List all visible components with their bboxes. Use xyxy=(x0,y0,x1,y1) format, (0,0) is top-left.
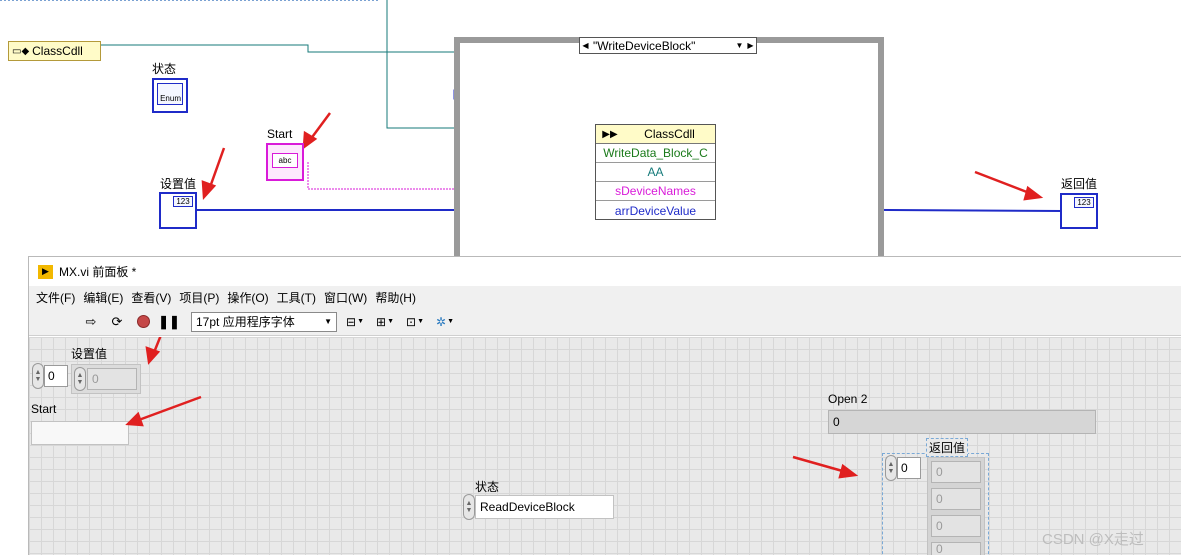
setvalue-term-text: 123 xyxy=(176,197,190,206)
menu-edit[interactable]: 编辑(E) xyxy=(82,289,130,306)
labview-logo-icon: ▶ xyxy=(38,264,53,279)
toolbar: ⇨ ⟳ ❚❚ 17pt 应用程序字体 ▼ ⊟ ▼ ⊞ ▼ ⊡ ▼ ✲ ▼ xyxy=(29,308,1181,336)
return-term-text: 123 xyxy=(1077,198,1091,207)
abort-icon[interactable] xyxy=(133,312,153,332)
chevron-down-icon: ▼ xyxy=(324,317,332,326)
start-string-terminal[interactable]: abc xyxy=(266,143,304,181)
reorder-button[interactable]: ✲ ▼ xyxy=(433,312,457,332)
setvalue-terminal-label: 设置值 xyxy=(160,177,197,191)
window-titlebar: ▶ MX.vi 前面板 * xyxy=(29,257,1181,286)
distribute-objects-button[interactable]: ⊞ ▼ xyxy=(373,312,397,332)
menu-view[interactable]: 查看(V) xyxy=(130,289,178,306)
chevron-down-icon: ▼ xyxy=(357,318,364,325)
return-array-terminal[interactable]: 123 xyxy=(1060,193,1098,229)
front-panel-arrows xyxy=(125,337,859,479)
enum-text: Enum xyxy=(160,94,181,103)
run-arrow-icon[interactable]: ⇨ xyxy=(81,312,101,332)
ref-arrow-icon: ▶▶ xyxy=(602,128,618,140)
menu-tools[interactable]: 工具(T) xyxy=(276,289,323,306)
setvalue-array-terminal[interactable]: 123 xyxy=(159,192,197,229)
window-title: MX.vi 前面板 * xyxy=(59,265,137,279)
state-enum-terminal[interactable]: Enum xyxy=(152,78,188,113)
reorder-icon: ✲ xyxy=(436,314,447,329)
menu-project[interactable]: 项目(P) xyxy=(178,289,226,306)
block-diagram: ▭◆ ClassCdll 状态 Enum Start abc 设置值 123 ◀… xyxy=(0,0,1181,256)
chevron-down-icon: ▼ xyxy=(447,318,454,325)
align-objects-button[interactable]: ⊟ ▼ xyxy=(343,312,367,332)
distribute-icon: ⊞ xyxy=(376,314,387,329)
chevron-down-icon: ▼ xyxy=(387,318,394,325)
return-terminal-label: 返回值 xyxy=(1061,177,1098,191)
menu-window[interactable]: 窗口(W) xyxy=(323,289,374,306)
ref-icon: ▭◆ xyxy=(12,45,30,57)
case-selector[interactable]: ◀ "WriteDeviceBlock" ▼ ▶ xyxy=(579,37,757,54)
node-row-sdevicenames: sDeviceNames xyxy=(596,182,715,201)
start-terminal-label: Start xyxy=(267,127,293,141)
menu-operate[interactable]: 操作(O) xyxy=(226,289,275,306)
chevron-down-icon: ▼ xyxy=(417,318,424,325)
resize-objects-button[interactable]: ⊡ ▼ xyxy=(403,312,427,332)
menu-bar: 文件(F) 编辑(E) 查看(V) 项目(P) 操作(O) 工具(T) 窗口(W… xyxy=(29,286,1181,308)
pause-icon[interactable]: ❚❚ xyxy=(158,312,180,332)
node-title: ClassCdll xyxy=(644,127,695,141)
resize-icon: ⊡ xyxy=(406,314,417,329)
front-panel-canvas: 设置值 ▲ ▼ 0 ▲ ▼ 0 Start Open 2 0 状态 ▲ ▼ ReadD… xyxy=(29,337,1181,555)
property-node[interactable]: ▶▶ ClassCdll WriteData_Block_C AA sDevic… xyxy=(595,124,716,220)
state-terminal-label: 状态 xyxy=(152,62,177,76)
node-method: WriteData_Block_C xyxy=(596,144,715,163)
node-row-aa: AA xyxy=(596,163,715,182)
menu-file[interactable]: 文件(F) xyxy=(35,289,82,306)
front-panel-window: ▶ MX.vi 前面板 * 文件(F) 编辑(E) 查看(V) 项目(P) 操作… xyxy=(28,256,1181,555)
case-next-icon[interactable]: ▶ xyxy=(745,38,756,53)
class-ref-constant[interactable]: ▭◆ ClassCdll xyxy=(8,41,101,61)
node-row-arrdevicevalue: arrDeviceValue xyxy=(614,203,697,218)
menu-help[interactable]: 帮助(H) xyxy=(374,289,423,306)
case-dropdown-icon[interactable]: ▼ xyxy=(734,38,745,53)
font-select-value: 17pt 应用程序字体 xyxy=(196,315,295,329)
case-selector-value: "WriteDeviceBlock" xyxy=(593,38,696,53)
font-select[interactable]: 17pt 应用程序字体 ▼ xyxy=(191,311,337,332)
class-ref-label: ClassCdll xyxy=(32,44,83,58)
start-term-text: abc xyxy=(278,156,292,165)
run-continuous-icon[interactable]: ⟳ xyxy=(107,312,127,332)
watermark: CSDN @X走过 xyxy=(1042,531,1144,548)
align-icon: ⊟ xyxy=(346,314,357,329)
node-header: ▶▶ ClassCdll xyxy=(596,125,715,144)
case-prev-icon[interactable]: ◀ xyxy=(580,38,591,53)
